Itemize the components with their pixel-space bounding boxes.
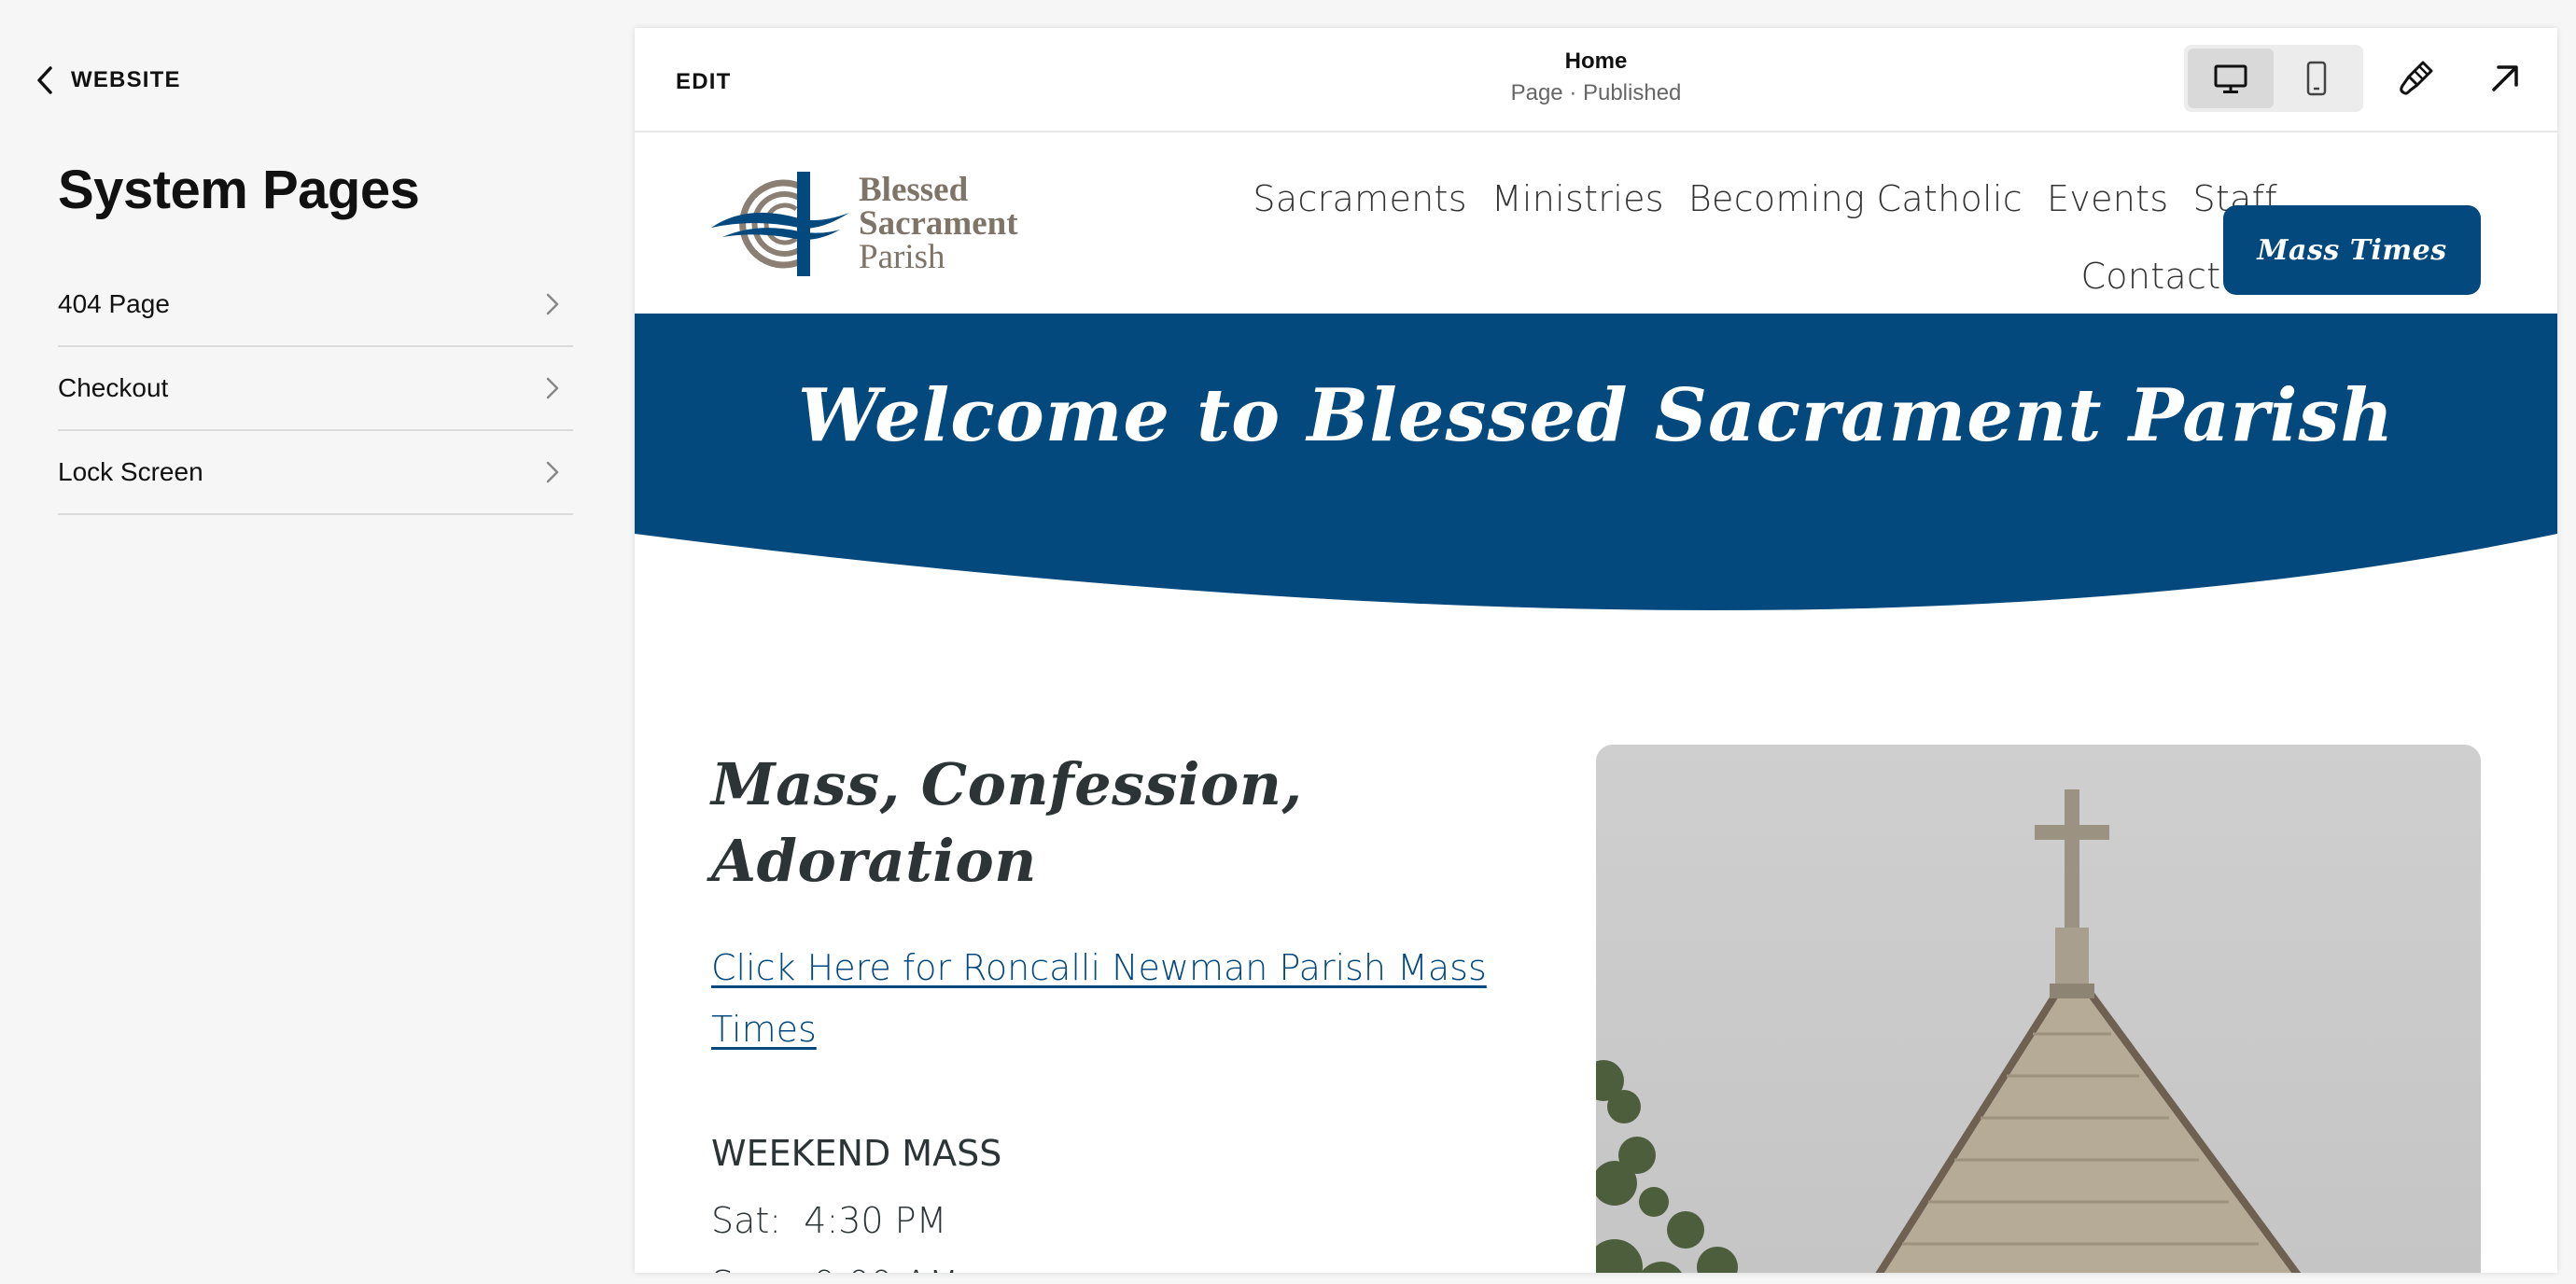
schedule-sunday: Sun: 9:00 AM xyxy=(711,1263,1514,1273)
site-header: Blessed Sacrament Parish Sacraments Minis… xyxy=(635,133,2557,315)
roncalli-mass-times-link[interactable]: Click Here for Roncalli Newman Parish Ma… xyxy=(711,937,1514,1060)
paintbrush-icon xyxy=(2400,61,2433,95)
list-item-label: Checkout xyxy=(58,373,169,402)
editor-toolbar: EDIT Home Page · Published xyxy=(635,28,2557,133)
left-panel: WEBSITE System Pages 404 Page Checkout L… xyxy=(0,0,635,1284)
site-logo[interactable]: Blessed Sacrament Parish xyxy=(709,170,1055,278)
hero-wave-background xyxy=(635,314,2557,610)
hero-title: Welcome to Blessed Sacrament Parish xyxy=(797,373,2395,458)
desktop-view-button[interactable] xyxy=(2188,49,2274,108)
logo-line-1: Blessed xyxy=(859,171,969,209)
system-page-lock-screen[interactable]: Lock Screen xyxy=(58,431,573,515)
weekend-mass-heading: WEEKEND MASS xyxy=(711,1133,1002,1174)
hero-banner: Welcome to Blessed Sacrament Parish xyxy=(635,314,2557,631)
system-page-404[interactable]: 404 Page xyxy=(58,263,573,347)
mobile-icon xyxy=(2306,61,2327,96)
mass-info-section: Mass, Confession, Adoration Click Here f… xyxy=(711,747,1514,1273)
nav-link-ministries[interactable]: Ministries xyxy=(1491,164,1664,233)
chevron-right-icon xyxy=(546,461,559,483)
section-heading-line-2: Adoration xyxy=(711,827,1037,895)
arrow-up-right-icon xyxy=(2492,65,2518,91)
panel-title: System Pages xyxy=(58,160,420,220)
list-item-label: 404 Page xyxy=(58,289,170,318)
logo-wordmark: Blessed Sacrament Parish xyxy=(859,171,1018,276)
site-styles-button[interactable] xyxy=(2391,54,2440,103)
parish-cross-logo-icon xyxy=(711,172,849,276)
site-nav: Sacraments Ministries Becoming Catholic Eve… xyxy=(1157,164,2277,319)
section-heading: Mass, Confession, Adoration xyxy=(711,747,1514,900)
church-photo xyxy=(1596,745,2481,1273)
church-steeple-image xyxy=(1596,745,2481,1273)
system-page-checkout[interactable]: Checkout xyxy=(58,347,573,431)
open-site-button[interactable] xyxy=(2481,54,2529,103)
chevron-right-icon xyxy=(546,293,559,315)
chevron-right-icon xyxy=(546,377,559,399)
device-toggle xyxy=(2184,45,2363,112)
list-item-label: Lock Screen xyxy=(58,457,203,486)
section-heading-line-1: Mass, Confession, xyxy=(711,750,1303,818)
nav-link-sacraments[interactable]: Sacraments xyxy=(1253,164,1466,233)
back-label: WEBSITE xyxy=(71,67,181,92)
mobile-view-button[interactable] xyxy=(2274,49,2359,108)
schedule-saturday: Sat: 4:30 PM xyxy=(711,1200,947,1241)
site-preview: EDIT Home Page · Published Blessed Sacra… xyxy=(635,28,2557,1273)
system-pages-list: 404 Page Checkout Lock Screen xyxy=(58,263,573,515)
nav-link-becoming-catholic[interactable]: Becoming Catholic xyxy=(1688,164,2023,233)
logo-line-3: Parish xyxy=(859,238,945,276)
chevron-left-icon xyxy=(37,66,52,94)
desktop-icon xyxy=(2214,64,2247,93)
back-to-website-link[interactable]: WEBSITE xyxy=(34,62,181,99)
logo-line-2: Sacrament xyxy=(859,204,1018,243)
mass-times-button[interactable]: Mass Times xyxy=(2223,205,2481,295)
nav-link-events[interactable]: Events xyxy=(2047,164,2168,233)
